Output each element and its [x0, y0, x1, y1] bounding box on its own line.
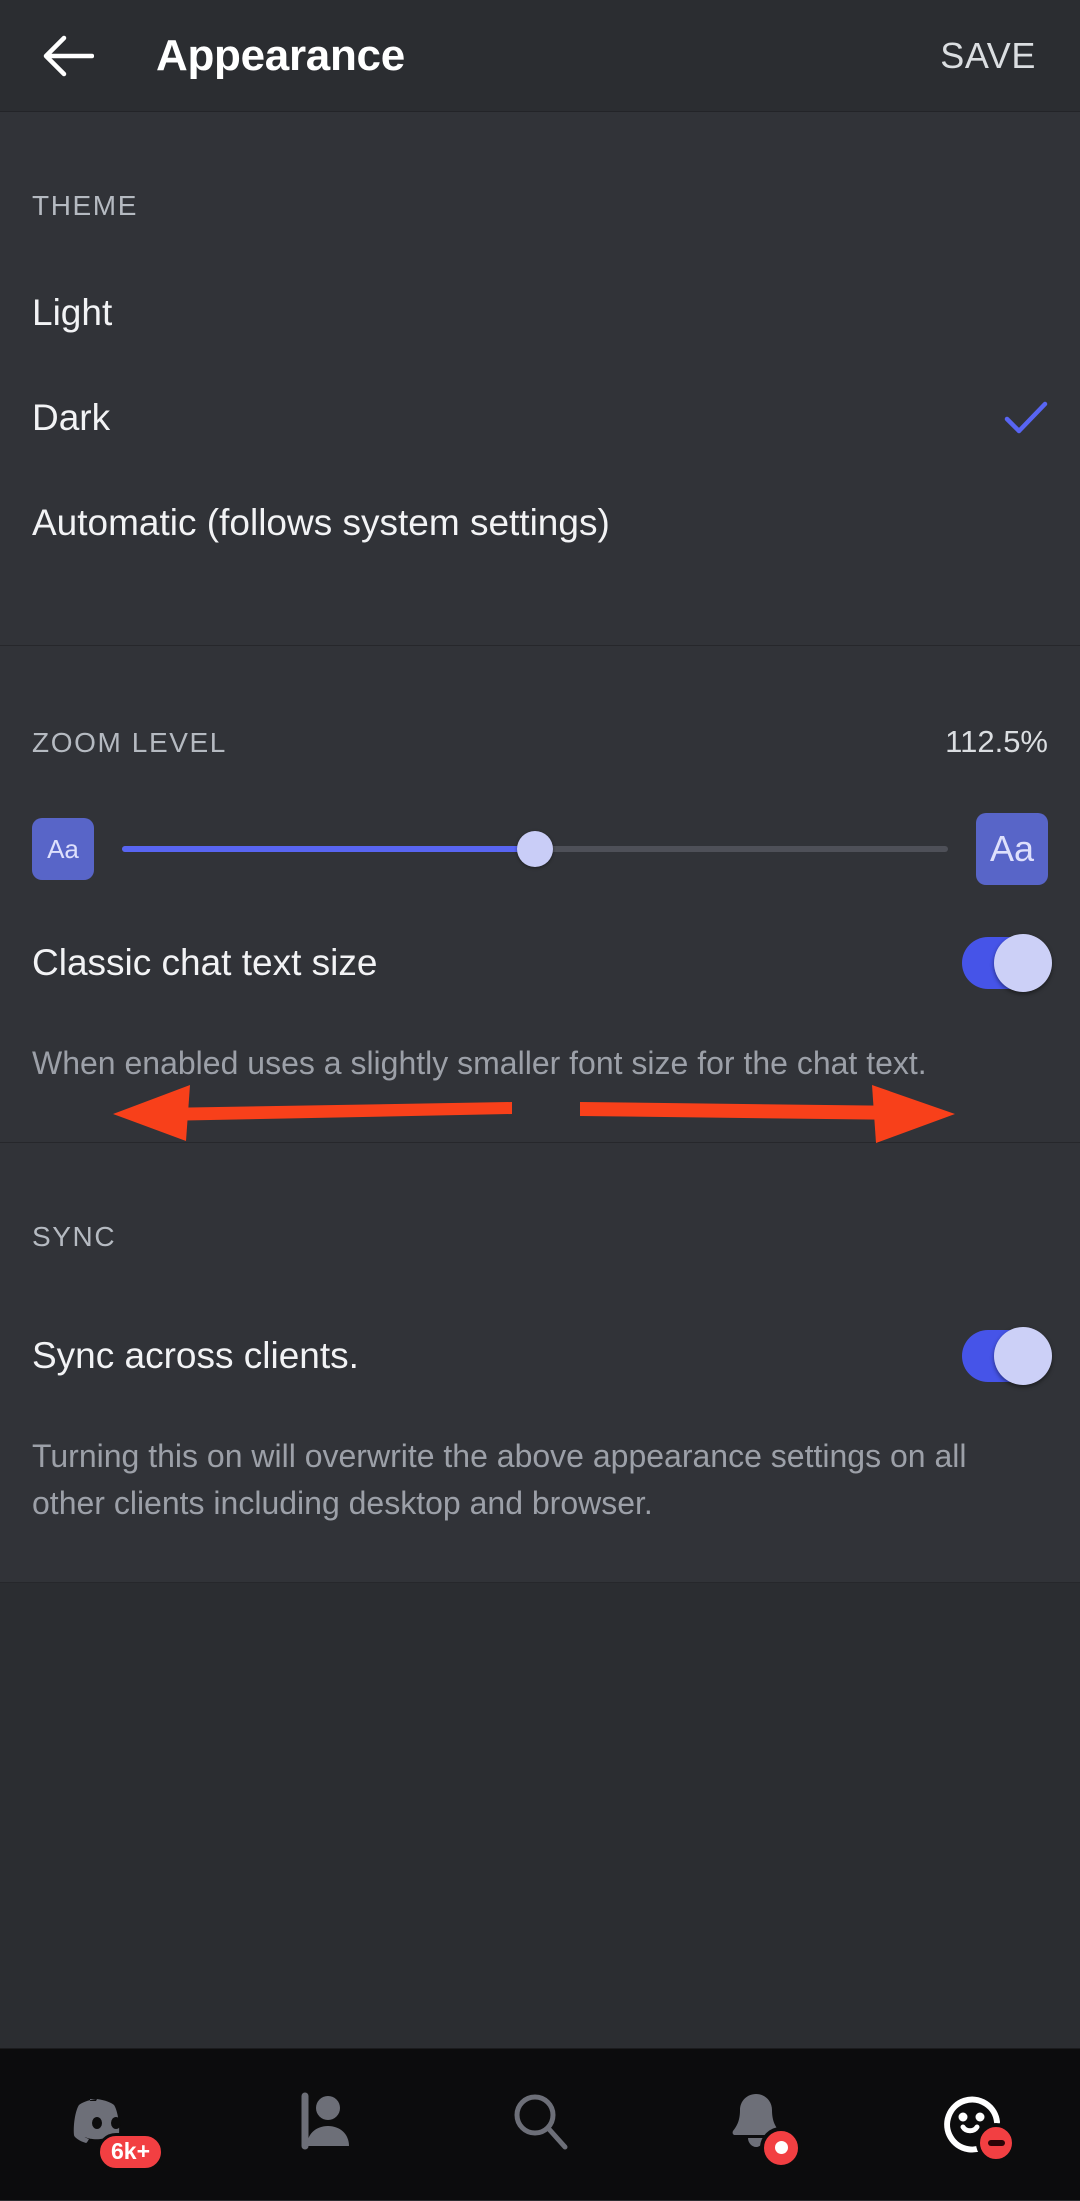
- classic-chat-text-size-row[interactable]: Classic chat text size: [32, 908, 1052, 1018]
- theme-option-automatic[interactable]: Automatic (follows system settings): [32, 470, 1048, 575]
- page-title: Appearance: [156, 30, 405, 80]
- decrease-text-size-button[interactable]: Aa: [32, 818, 94, 880]
- slider-handle[interactable]: [517, 831, 553, 867]
- nav-item-notifications[interactable]: [648, 2049, 864, 2201]
- increase-text-size-button[interactable]: Aa: [976, 813, 1048, 885]
- notifications-badge: [760, 2126, 802, 2169]
- zoom-level-value: 112.5%: [945, 724, 1048, 759]
- aa-small-label: Aa: [47, 833, 79, 864]
- theme-option-label: Light: [32, 291, 113, 333]
- sync-across-clients-row[interactable]: Sync across clients.: [32, 1301, 1052, 1411]
- theme-section-spacer: [32, 575, 1048, 645]
- back-button[interactable]: [40, 28, 96, 84]
- theme-section-label: THEME: [32, 190, 138, 221]
- aa-large-label: Aa: [989, 828, 1035, 869]
- dnd-status-badge: [976, 2122, 1016, 2163]
- classic-chat-text-size-description: When enabled uses a slightly smaller fon…: [32, 1045, 927, 1081]
- zoom-level-header: ZOOM LEVEL 112.5%: [32, 646, 1048, 760]
- slider-fill: [122, 846, 535, 852]
- servers-unread-badge: 6k+: [96, 2132, 164, 2171]
- app-header: Appearance SAVE: [0, 0, 1080, 112]
- zoom-slider[interactable]: [122, 818, 948, 880]
- theme-section: THEME Light Dark Automatic (follows syst…: [0, 112, 1080, 646]
- sync-row-wrapper: Sync across clients.: [32, 1301, 1052, 1411]
- arrow-left-icon: [42, 35, 94, 77]
- theme-option-label: Automatic (follows system settings): [32, 501, 610, 543]
- theme-option-dark[interactable]: Dark: [32, 365, 1048, 470]
- toggle-knob: [994, 934, 1052, 992]
- nav-item-friends[interactable]: [216, 2049, 432, 2201]
- toggle-knob: [994, 1327, 1052, 1386]
- sync-across-clients-description: Turning this on will overwrite the above…: [32, 1438, 967, 1521]
- sync-across-clients-toggle[interactable]: [962, 1327, 1052, 1386]
- nav-item-profile[interactable]: [864, 2049, 1080, 2201]
- classic-chat-text-size-toggle[interactable]: [962, 934, 1052, 992]
- sync-section: SYNC Sync across clients. Turning this o…: [0, 1143, 1080, 1584]
- zoom-level-label: ZOOM LEVEL: [32, 727, 227, 758]
- nav-item-search[interactable]: [432, 2049, 648, 2201]
- theme-option-light[interactable]: Light: [32, 260, 1048, 365]
- sync-section-label: SYNC: [32, 1221, 117, 1253]
- search-icon: [507, 2089, 573, 2160]
- nav-item-servers[interactable]: 6k+: [0, 2049, 216, 2201]
- theme-option-label: Dark: [32, 396, 111, 438]
- zoom-slider-row: Aa Aa: [32, 800, 1048, 898]
- classic-chat-text-size-label: Classic chat text size: [32, 942, 378, 983]
- bottom-navigation-bar: 6k+: [0, 2048, 1080, 2200]
- zoom-level-section: ZOOM LEVEL 112.5% Aa Aa Classic chat tex…: [0, 646, 1080, 1144]
- check-icon: [1004, 401, 1048, 435]
- save-button[interactable]: SAVE: [936, 25, 1040, 87]
- friends-icon: [291, 2090, 357, 2159]
- sync-across-clients-label: Sync across clients.: [32, 1335, 359, 1377]
